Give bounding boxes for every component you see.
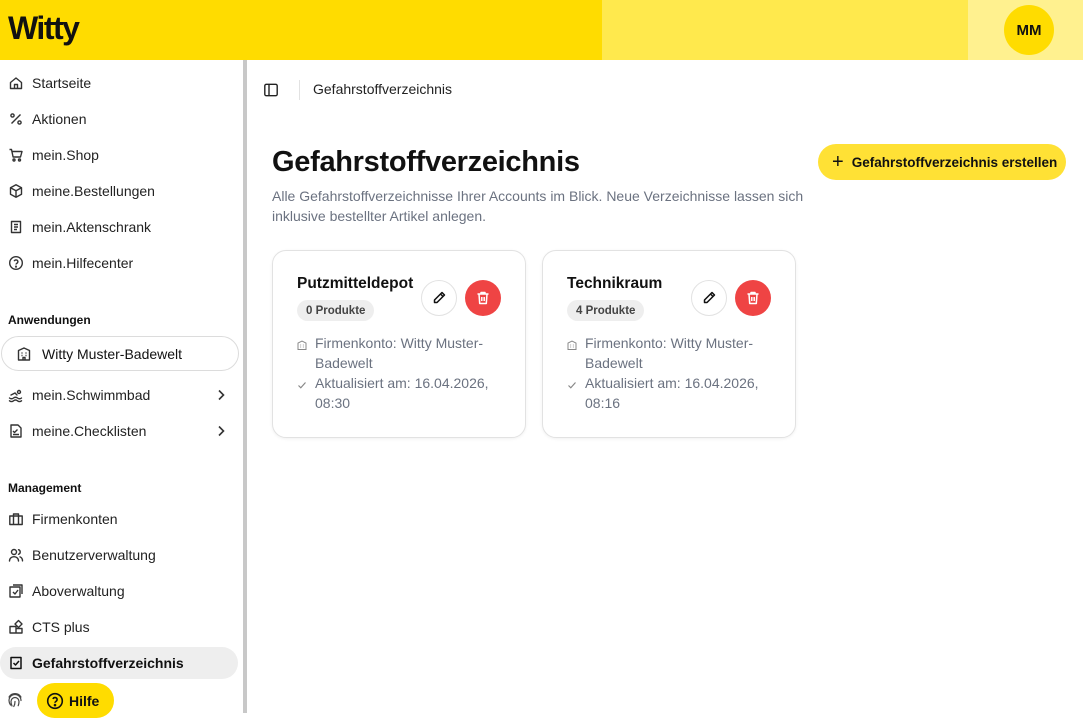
sidebar-item-label: Aboverwaltung: [32, 583, 125, 599]
plus-icon: +: [832, 151, 844, 173]
edit-button[interactable]: [691, 280, 727, 316]
chevron-right-icon: [218, 425, 225, 437]
breadcrumb-divider: [299, 80, 300, 100]
home-icon: [8, 75, 24, 91]
sidebar-toggle-icon[interactable]: [263, 82, 279, 98]
clipboard-check-icon: [8, 655, 24, 671]
delete-button[interactable]: [465, 280, 501, 316]
pencil-icon: [433, 291, 446, 304]
sidebar-item-benutzerverwaltung[interactable]: Benutzerverwaltung: [0, 539, 238, 571]
sidebar: Startseite Aktionen mein.Shop meine.Best…: [0, 60, 243, 727]
create-directory-button[interactable]: + Gefahrstoffverzeichnis erstellen: [818, 144, 1066, 180]
building-icon: [297, 340, 307, 350]
blocks-icon: [8, 619, 24, 635]
breadcrumb: Gefahrstoffverzeichnis: [247, 60, 1083, 120]
sidebar-item-label: mein.Schwimmbad: [32, 387, 151, 403]
sidebar-item-label: Firmenkonten: [32, 511, 118, 527]
sidebar-item-gefahrstoffverzeichnis[interactable]: Gefahrstoffverzeichnis: [0, 647, 238, 679]
directory-card-account: Firmenkonto: Witty Muster-Badewelt: [297, 333, 497, 373]
help-circle-icon: [46, 692, 64, 709]
sidebar-item-aktenschrank[interactable]: mein.Aktenschrank: [0, 211, 238, 243]
pencil-icon: [703, 291, 716, 304]
swimmer-icon: [8, 387, 24, 403]
top-bar-user-area: MM: [968, 0, 1083, 60]
sidebar-item-schwimmbad[interactable]: mein.Schwimmbad: [0, 379, 238, 411]
sidebar-item-shop[interactable]: mein.Shop: [0, 139, 238, 171]
checklist-icon: [8, 423, 24, 439]
percent-icon: [8, 111, 24, 127]
building-icon: [16, 346, 32, 362]
sidebar-item-label: Startseite: [32, 75, 92, 91]
chevron-right-icon: [218, 389, 225, 401]
brand-logo[interactable]: Witty: [8, 10, 80, 47]
sidebar-item-aktionen[interactable]: Aktionen: [0, 103, 238, 135]
sidebar-item-label: Benutzerverwaltung: [32, 547, 156, 563]
delete-button[interactable]: [735, 280, 771, 316]
subscription-icon: [8, 583, 24, 599]
directory-card-account: Firmenkonto: Witty Muster-Badewelt: [567, 333, 767, 373]
top-bar-brand-area: Witty: [0, 0, 602, 60]
sidebar-item-checklisten[interactable]: meine.Checklisten: [0, 415, 238, 447]
check-icon: [298, 382, 306, 389]
trash-icon: [747, 291, 759, 305]
sidebar-item-aboverwaltung[interactable]: Aboverwaltung: [0, 575, 238, 607]
fingerprint-icon[interactable]: [2, 687, 28, 713]
page-title: Gefahrstoffverzeichnis: [272, 146, 580, 178]
help-circle-icon: [8, 255, 24, 271]
breadcrumb-current: Gefahrstoffverzeichnis: [313, 81, 453, 97]
help-button-label: Hilfe: [69, 692, 100, 709]
user-avatar[interactable]: MM: [1004, 5, 1054, 55]
sidebar-item-cts-plus[interactable]: CTS plus: [0, 611, 238, 643]
section-heading-applications: Anwendungen: [8, 313, 91, 327]
page-description: Alle Gefahrstoffverzeichnisse Ihrer Acco…: [272, 188, 804, 224]
check-icon: [568, 382, 576, 389]
directory-card-updated: Aktualisiert am: 16.04.2026, 08:16: [567, 373, 767, 413]
directory-card[interactable]: Putzmitteldepot 0 Produkte Firmenkonto: …: [272, 250, 526, 438]
users-icon: [8, 547, 24, 563]
building-icon: [567, 340, 577, 350]
account-selector[interactable]: Witty Muster-Badewelt: [1, 336, 239, 371]
product-count-badge: 0 Produkte: [297, 300, 375, 321]
sidebar-item-label: mein.Aktenschrank: [32, 219, 152, 235]
directory-card-updated: Aktualisiert am: 16.04.2026, 08:30: [297, 373, 497, 413]
section-heading-management: Management: [8, 481, 82, 495]
directory-card-title: Technikraum: [567, 275, 663, 292]
sidebar-item-hilfecenter[interactable]: mein.Hilfecenter: [0, 247, 238, 279]
sidebar-item-label: CTS plus: [32, 619, 90, 635]
sidebar-item-bestellungen[interactable]: meine.Bestellungen: [0, 175, 238, 207]
top-bar-middle: [602, 0, 968, 60]
edit-button[interactable]: [421, 280, 457, 316]
file-cabinet-icon: [8, 219, 24, 235]
sidebar-item-label: mein.Hilfecenter: [32, 255, 134, 271]
sidebar-item-label: meine.Bestellungen: [32, 183, 155, 199]
sidebar-item-label: meine.Checklisten: [32, 423, 147, 439]
briefcase-icon: [8, 511, 24, 527]
sidebar-item-startseite[interactable]: Startseite: [0, 67, 238, 99]
sidebar-scrollbar[interactable]: [243, 60, 247, 713]
package-icon: [8, 183, 24, 199]
trash-icon: [477, 291, 489, 305]
sidebar-item-label: mein.Shop: [32, 147, 99, 163]
account-selector-label: Witty Muster-Badewelt: [42, 345, 183, 362]
sidebar-item-firmenkonten[interactable]: Firmenkonten: [0, 503, 238, 535]
directory-card-title: Putzmitteldepot: [297, 275, 414, 292]
top-bar: Witty MM: [0, 0, 1083, 60]
create-directory-button-label: Gefahrstoffverzeichnis erstellen: [851, 154, 1058, 170]
sidebar-item-label: Gefahrstoffverzeichnis: [32, 655, 184, 671]
product-count-badge: 4 Produkte: [567, 300, 645, 321]
sidebar-item-label: Aktionen: [32, 111, 87, 127]
help-button[interactable]: Hilfe: [37, 683, 114, 718]
cart-icon: [8, 147, 24, 163]
directory-card[interactable]: Technikraum 4 Produkte Firmenkonto: Witt…: [542, 250, 796, 438]
